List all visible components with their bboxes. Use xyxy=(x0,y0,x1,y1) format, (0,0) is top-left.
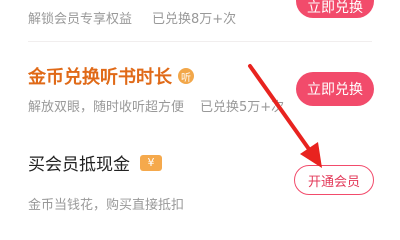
row2-description: 解放双眼，随时收听超方便 已兑换5万+次 xyxy=(28,96,284,115)
row3-description: 金币当钱花，购买直接抵扣 xyxy=(28,198,185,213)
redeem-button-top[interactable]: 立即兑换 xyxy=(296,0,374,18)
coin-exchange-list: 立即兑换 解锁会员专享权益 已兑换8万+次 金币兑换听书时长 听 解放双眼，随时收… xyxy=(0,0,400,219)
row2-redeemed-count: 已兑换5万+次 xyxy=(200,100,285,115)
yen-badge-icon: ¥ xyxy=(140,154,162,171)
member-cash-title-text: 买会员抵现金 xyxy=(28,155,130,175)
divider xyxy=(28,41,372,42)
listen-exchange-title: 金币兑换听书时长 听 xyxy=(28,63,194,89)
redeem-listen-button[interactable]: 立即兑换 xyxy=(296,72,374,106)
member-cash-title: 买会员抵现金 ¥ xyxy=(28,150,162,175)
listen-badge-icon: 听 xyxy=(178,68,194,84)
row1-desc-text: 解锁会员专享权益 xyxy=(28,12,133,27)
row2-desc-text: 解放双眼，随时收听超方便 xyxy=(28,100,185,115)
listen-exchange-title-text: 金币兑换听书时长 xyxy=(28,67,172,88)
open-membership-button[interactable]: 开通会员 xyxy=(294,165,374,195)
row1-redeemed-count: 已兑换8万+次 xyxy=(152,12,237,27)
row1-description: 解锁会员专享权益 已兑换8万+次 xyxy=(28,8,236,27)
